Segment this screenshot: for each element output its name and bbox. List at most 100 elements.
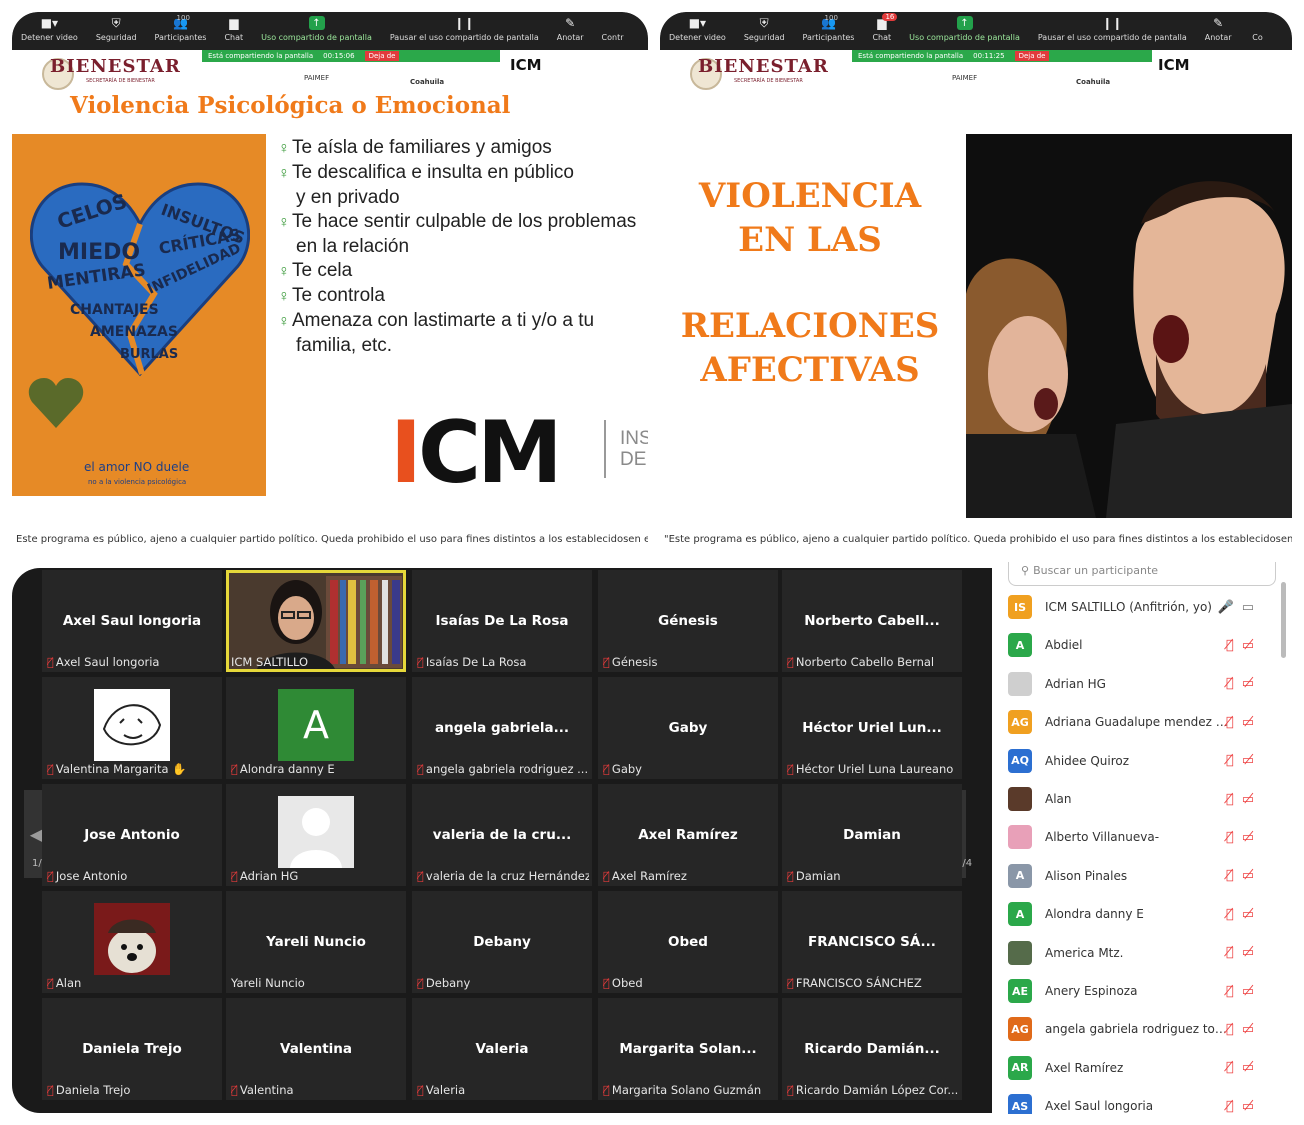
participant-name: Adrian HG (1045, 676, 1106, 691)
video-tile[interactable]: Génesis 🎙̸ Génesis (598, 570, 778, 672)
female-symbol-icon: ♀ (278, 165, 290, 182)
muted-mic-video-off-icons[interactable]: 🎙̸▭̸ (1226, 1022, 1262, 1037)
slide-title-line-2: EN LAS (738, 220, 882, 260)
video-tile[interactable]: Valeria 🎙̸ Valeria (412, 998, 592, 1100)
video-tile[interactable]: angela gabriela... 🎙̸ angela gabriela rodr… (412, 677, 592, 779)
slide-footer: "Este programa es público, ajeno a cualq… (664, 534, 1292, 545)
female-symbol-icon: ♀ (278, 313, 290, 330)
video-tile[interactable]: Gaby 🎙̸ Gaby (598, 677, 778, 779)
participant-row[interactable]: A Alison Pinales 🎙̸▭̸ (1008, 857, 1276, 895)
participant-row[interactable]: Alan 🎙̸▭̸ (1008, 780, 1276, 818)
controls-button[interactable]: Contr (602, 16, 624, 42)
muted-mic-icon: 🎙̸ (47, 869, 54, 883)
participant-row[interactable]: AG Adriana Guadalupe mendez yañ... 🎙̸▭̸ (1008, 703, 1276, 741)
muted-mic-video-off-icons[interactable]: 🎙̸▭̸ (1226, 830, 1262, 845)
pause-share-button[interactable]: ❙❙ Pausar el uso compartido de pantalla (1038, 16, 1187, 42)
video-tile[interactable]: Debany 🎙̸ Debany (412, 891, 592, 993)
sharing-status-bar: Está compartiendo la pantalla 00:11:25 D… (852, 50, 1152, 62)
muted-mic-video-off-icons[interactable]: 🎙̸▭̸ (1226, 907, 1262, 922)
participant-name: Axel Saul longoria (1045, 1099, 1154, 1114)
muted-mic-icon: 🎙̸ (603, 655, 610, 669)
video-tile[interactable]: valeria de la cru... 🎙̸ valeria de la cruz… (412, 784, 592, 886)
muted-mic-video-off-icons[interactable]: 🎙̸▭̸ (1226, 792, 1262, 807)
slide-title-line-4: AFECTIVAS (700, 350, 920, 390)
participant-row[interactable]: Alberto Villanueva- 🎙̸▭̸ (1008, 818, 1276, 856)
muted-mic-video-off-icons[interactable]: 🎙̸▭̸ (1226, 984, 1262, 999)
participant-row[interactable]: A Abdiel 🎙̸▭̸ (1008, 626, 1276, 664)
security-button[interactable]: ⛨ Seguridad (744, 16, 785, 43)
stop-share-button[interactable]: Deja de (1014, 51, 1050, 61)
bear-avatar (94, 903, 170, 975)
participant-row[interactable]: AS Axel Saul longoria 🎙̸▭̸ (1008, 1087, 1276, 1114)
meeting-toolbar: ■▾ Detener video ⛨ Seguridad 👥 100 Participa… (12, 12, 648, 50)
annotate-button[interactable]: ✎ Anotar (557, 16, 584, 42)
chat-bubble-icon: ▆ (229, 16, 239, 30)
chat-button[interactable]: ▆ Chat (224, 16, 243, 42)
participant-row[interactable]: America Mtz. 🎙̸▭̸ (1008, 934, 1276, 972)
video-tile[interactable]: 🎙̸ Adrian HG (226, 784, 406, 886)
muted-mic-video-off-icons[interactable]: 🎙̸▭̸ (1226, 638, 1262, 653)
participant-row[interactable]: AE Anery Espinoza 🎙̸▭̸ (1008, 972, 1276, 1010)
pause-icon: ❙❙ (1102, 16, 1123, 30)
video-tile[interactable]: Jose Antonio 🎙̸ Jose Antonio (42, 784, 222, 886)
video-tile[interactable]: Margarita Solan... 🎙̸ Margarita Solano Guz… (598, 998, 778, 1100)
initial-avatar: A (278, 689, 354, 761)
participants-button[interactable]: 👥 100 Participantes (155, 14, 207, 42)
photo-illustration (966, 134, 1292, 518)
participant-row[interactable]: AQ Ahidee Quiroz 🎙̸▭̸ (1008, 742, 1276, 780)
chat-button[interactable]: ▆ 16 Chat (872, 13, 898, 42)
participant-avatar: A (1008, 863, 1032, 888)
participant-row[interactable]: Adrian HG 🎙̸▭̸ (1008, 665, 1276, 703)
list-item: familia, etc. (296, 335, 393, 356)
stop-share-button[interactable]: Deja de (364, 51, 400, 61)
pause-share-button[interactable]: ❙❙ Pausar el uso compartido de pantalla (390, 16, 539, 42)
muted-mic-icon: 🎙̸ (787, 869, 794, 883)
security-button[interactable]: ⛨ Seguridad (96, 16, 137, 43)
muted-mic-video-off-icons[interactable]: 🎙̸▭̸ (1226, 1099, 1262, 1114)
video-tile[interactable]: Valentina 🎙̸ Valentina (226, 998, 406, 1100)
muted-mic-icon: 🎙̸ (47, 976, 54, 990)
participants-button[interactable]: 👥 100 Participantes (803, 14, 855, 42)
share-screen-button[interactable]: ↑ Uso compartido de pantalla (261, 16, 372, 42)
mic-camera-icons[interactable]: 🎤▭ (1218, 600, 1262, 615)
video-tile[interactable]: Daniela Trejo 🎙̸ Daniela Trejo (42, 998, 222, 1100)
annotate-button[interactable]: ✎ Anotar (1205, 16, 1232, 42)
video-tile[interactable]: Norberto Cabell... 🎙̸ Norberto Cabello Ber… (782, 570, 962, 672)
video-tile[interactable]: 🎙̸ Valentina Margarita ✋ (42, 677, 222, 779)
video-tile[interactable]: A 🎙̸ Alondra danny E (226, 677, 406, 779)
video-tile[interactable]: Axel Saul longoria 🎙̸ Axel Saul longoria (42, 570, 222, 672)
video-tile-active-speaker[interactable]: ICM SALTILLO (226, 570, 406, 672)
participant-row[interactable]: A Alondra danny E 🎙̸▭̸ (1008, 895, 1276, 933)
stop-video-button[interactable]: ■▾ Detener video (21, 16, 78, 42)
participant-row[interactable]: AR Axel Ramírez 🎙̸▭̸ (1008, 1049, 1276, 1087)
participant-avatar: AG (1008, 1017, 1032, 1042)
muted-mic-video-off-icons[interactable]: 🎙̸▭̸ (1226, 1060, 1262, 1075)
stop-video-button[interactable]: ■▾ Detener video (669, 16, 726, 42)
participant-search-input[interactable]: ⚲ Buscar un participante (1008, 562, 1276, 586)
video-tile[interactable]: Obed 🎙̸ Obed (598, 891, 778, 993)
muted-mic-icon: 🎙̸ (47, 655, 54, 669)
video-tile[interactable]: Yareli Nuncio Yareli Nuncio (226, 891, 406, 993)
pencil-icon: ✎ (565, 16, 576, 30)
logo-divider (604, 420, 606, 478)
muted-mic-video-off-icons[interactable]: 🎙̸▭̸ (1226, 868, 1262, 883)
share-screen-button[interactable]: ↑ Uso compartido de pantalla (909, 16, 1020, 42)
video-tile[interactable]: Héctor Uriel Lun... 🎙̸ Héctor Uriel Luna L… (782, 677, 962, 779)
muted-mic-video-off-icons[interactable]: 🎙̸▭̸ (1226, 715, 1262, 730)
muted-mic-video-off-icons[interactable]: 🎙̸▭̸ (1226, 753, 1262, 768)
video-tile[interactable]: Axel Ramírez 🎙̸ Axel Ramírez (598, 784, 778, 886)
panel-scrollbar[interactable] (1281, 582, 1286, 658)
participant-avatar: AR (1008, 1055, 1032, 1080)
video-tile[interactable]: FRANCISCO SÁ... 🎙̸ FRANCISCO SÁNCHEZ (782, 891, 962, 993)
video-tile[interactable]: Isaías De La Rosa 🎙̸ Isaías De La Rosa (412, 570, 592, 672)
video-tile[interactable]: 🎙̸ Alan (42, 891, 222, 993)
slide-title-line-3: RELACIONES (680, 306, 940, 346)
participant-row[interactable]: IS ICM SALTILLO (Anfitrión, yo) 🎤▭ (1008, 588, 1276, 626)
controls-button[interactable]: Co (1250, 16, 1266, 42)
video-tile[interactable]: Damian 🎙̸ Damian (782, 784, 962, 886)
video-tile[interactable]: Ricardo Damián... 🎙̸ Ricardo Damián López … (782, 998, 962, 1100)
participant-row[interactable]: AG angela gabriela rodriguez tovar 🎙̸▭̸ (1008, 1010, 1276, 1048)
pencil-icon: ✎ (1213, 16, 1224, 30)
muted-mic-video-off-icons[interactable]: 🎙̸▭̸ (1226, 945, 1262, 960)
muted-mic-video-off-icons[interactable]: 🎙̸▭̸ (1226, 676, 1262, 691)
